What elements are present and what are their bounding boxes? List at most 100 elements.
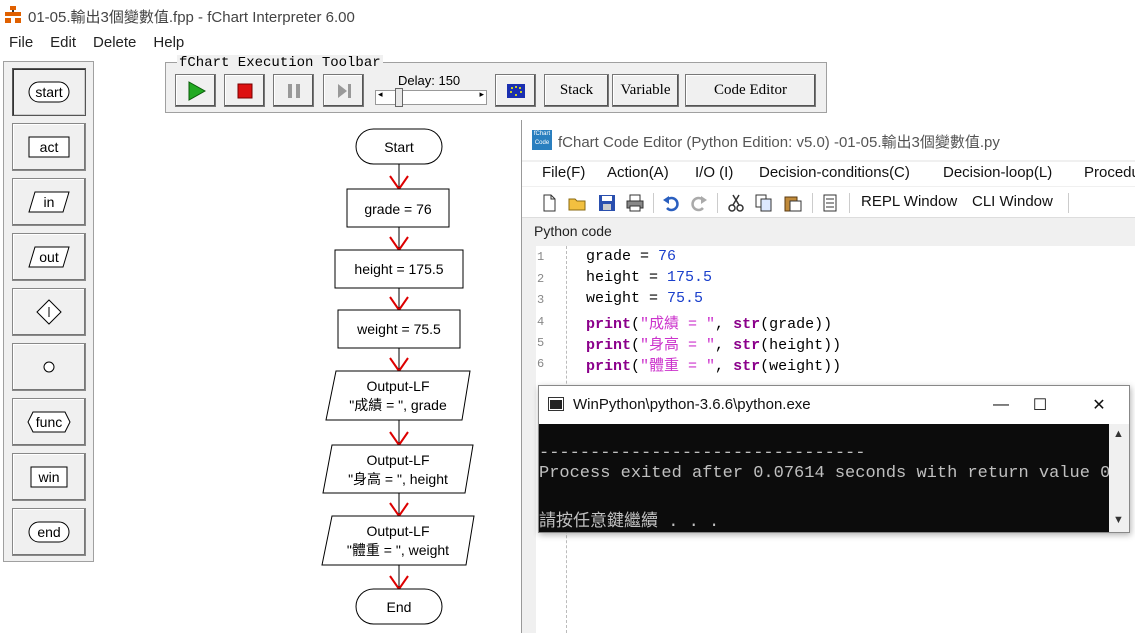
palette-decision-button[interactable] xyxy=(12,288,86,336)
stop-icon xyxy=(237,83,252,98)
repl-window-button[interactable]: REPL Window xyxy=(861,193,957,210)
pause-icon xyxy=(287,83,300,98)
code-var: height xyxy=(586,269,641,286)
code-punct: ( xyxy=(631,337,641,354)
delay-slider[interactable]: ◂ ▸ xyxy=(375,89,487,105)
undo-icon[interactable] xyxy=(662,194,680,212)
flow-output-title: Output-LF xyxy=(366,523,429,539)
main-menu-bar: File Edit Delete Help xyxy=(0,31,1135,53)
flow-step-node[interactable]: height = 175.5 xyxy=(334,249,464,289)
fchart-code-icon: fChart Code xyxy=(532,130,552,150)
menu-help[interactable]: Help xyxy=(153,34,184,51)
code-line: print("成績 = ", str(grade)) xyxy=(586,312,832,333)
minimize-button[interactable]: — xyxy=(981,392,1021,418)
redo-icon[interactable] xyxy=(690,194,708,212)
print-icon[interactable] xyxy=(626,194,644,212)
new-file-icon[interactable] xyxy=(540,194,558,212)
flow-arrow xyxy=(389,348,409,373)
line-number: 6 xyxy=(537,357,545,371)
palette-out-label: out xyxy=(39,249,59,265)
stop-button[interactable] xyxy=(224,74,265,107)
line-number: 1 xyxy=(537,250,545,264)
palette-win-button[interactable]: win xyxy=(12,453,86,501)
flow-step-node[interactable]: grade = 76 xyxy=(346,188,450,228)
scroll-up-icon[interactable]: ▲ xyxy=(1113,428,1124,440)
palette-start-button[interactable]: start xyxy=(12,68,86,116)
execution-toolbar: fChart Execution Toolbar Delay: 150 ◂ ▸ … xyxy=(165,55,827,113)
editor-menu-action[interactable]: Action(A) xyxy=(607,164,669,181)
cli-window-button[interactable]: CLI Window xyxy=(972,193,1053,210)
console-window: WinPython\python-3.6.6\python.exe — ☐ ✕ … xyxy=(538,385,1130,533)
code-editor-title-bar: fChart Code fChart Code Editor (Python E… xyxy=(522,120,1135,160)
flow-arrow xyxy=(389,288,409,312)
console-output[interactable]: -------------------------------- Process… xyxy=(539,424,1109,532)
palette-act-label: act xyxy=(40,139,59,155)
palette-act-button[interactable]: act xyxy=(12,123,86,171)
close-button[interactable]: ✕ xyxy=(1079,392,1119,418)
toolbar-separator xyxy=(849,193,850,213)
flow-output-text: "身高 = ", height xyxy=(348,471,448,487)
flag-button[interactable] xyxy=(495,74,536,107)
act-shape-icon: act xyxy=(28,136,70,158)
flow-start-node[interactable]: Start xyxy=(355,128,443,165)
save-icon[interactable] xyxy=(598,194,616,212)
code-number: 75.5 xyxy=(667,290,704,307)
stack-button[interactable]: Stack xyxy=(544,74,609,107)
code-op: = xyxy=(640,290,668,307)
code-string: "身高 = " xyxy=(640,337,716,354)
palette-end-button[interactable]: end xyxy=(12,508,86,556)
palette-func-button[interactable]: func xyxy=(12,398,86,446)
slider-left-arrow-icon[interactable]: ◂ xyxy=(378,89,383,100)
editor-menu-procedure[interactable]: Procedu xyxy=(1084,164,1135,181)
line-number: 5 xyxy=(537,336,545,350)
cut-icon[interactable] xyxy=(727,194,745,212)
console-title-bar: WinPython\python-3.6.6\python.exe — ☐ ✕ xyxy=(539,386,1129,423)
variable-button[interactable]: Variable xyxy=(612,74,679,107)
document-icon[interactable] xyxy=(821,194,839,212)
code-line: print("體重 = ", str(weight)) xyxy=(586,354,841,375)
flow-output-node[interactable]: Output-LF "身高 = ", height xyxy=(322,444,474,494)
palette-in-label: in xyxy=(44,194,55,210)
flow-output-node[interactable]: Output-LF "成績 = ", grade xyxy=(325,370,471,421)
code-editor-toolbar: REPL Window CLI Window xyxy=(522,187,1135,218)
menu-file[interactable]: File xyxy=(9,34,33,51)
copy-icon[interactable] xyxy=(755,194,773,212)
step-button[interactable] xyxy=(323,74,364,107)
flow-end-node[interactable]: End xyxy=(355,588,443,625)
console-icon xyxy=(548,397,564,411)
editor-menu-decision-conditions[interactable]: Decision-conditions(C) xyxy=(759,164,910,181)
editor-menu-decision-loop[interactable]: Decision-loop(L) xyxy=(943,164,1052,181)
palette-func-label: func xyxy=(36,414,62,430)
maximize-button[interactable]: ☐ xyxy=(1020,392,1060,418)
run-button[interactable] xyxy=(175,74,216,107)
menu-delete[interactable]: Delete xyxy=(93,34,136,51)
end-shape-icon: end xyxy=(28,521,70,543)
code-punct: ( xyxy=(631,316,641,333)
stack-button-label: Stack xyxy=(559,82,594,98)
editor-menu-file[interactable]: File(F) xyxy=(542,164,585,181)
palette-connector-button[interactable] xyxy=(12,343,86,391)
menu-edit[interactable]: Edit xyxy=(50,34,76,51)
slider-right-arrow-icon[interactable]: ▸ xyxy=(479,89,484,100)
play-icon xyxy=(188,80,206,101)
code-line: print("身高 = ", str(height)) xyxy=(586,333,841,354)
palette-in-button[interactable]: in xyxy=(12,178,86,226)
code-editor-button[interactable]: Code Editor xyxy=(685,74,816,107)
flow-step-node[interactable]: weight = 75.5 xyxy=(337,309,461,349)
flow-arrow xyxy=(389,164,409,191)
toolbar-separator xyxy=(812,193,813,213)
flowchart-canvas: Start grade = 76 height = 175.5 weight =… xyxy=(321,128,475,625)
code-punct: , xyxy=(715,358,734,375)
scroll-down-icon[interactable]: ▼ xyxy=(1113,514,1124,526)
open-folder-icon[interactable] xyxy=(568,194,586,212)
delay-slider-thumb[interactable] xyxy=(395,88,403,107)
console-scrollbar[interactable]: ▲ ▼ xyxy=(1109,424,1129,532)
flow-output-node[interactable]: Output-LF "體重 = ", weight xyxy=(321,515,475,566)
palette-out-button[interactable]: out xyxy=(12,233,86,281)
code-op: = xyxy=(631,248,659,265)
pause-button[interactable] xyxy=(273,74,314,107)
editor-menu-io[interactable]: I/O (I) xyxy=(695,164,733,181)
code-function: str xyxy=(733,337,761,354)
code-number: 76 xyxy=(658,248,677,265)
paste-icon[interactable] xyxy=(784,194,802,212)
